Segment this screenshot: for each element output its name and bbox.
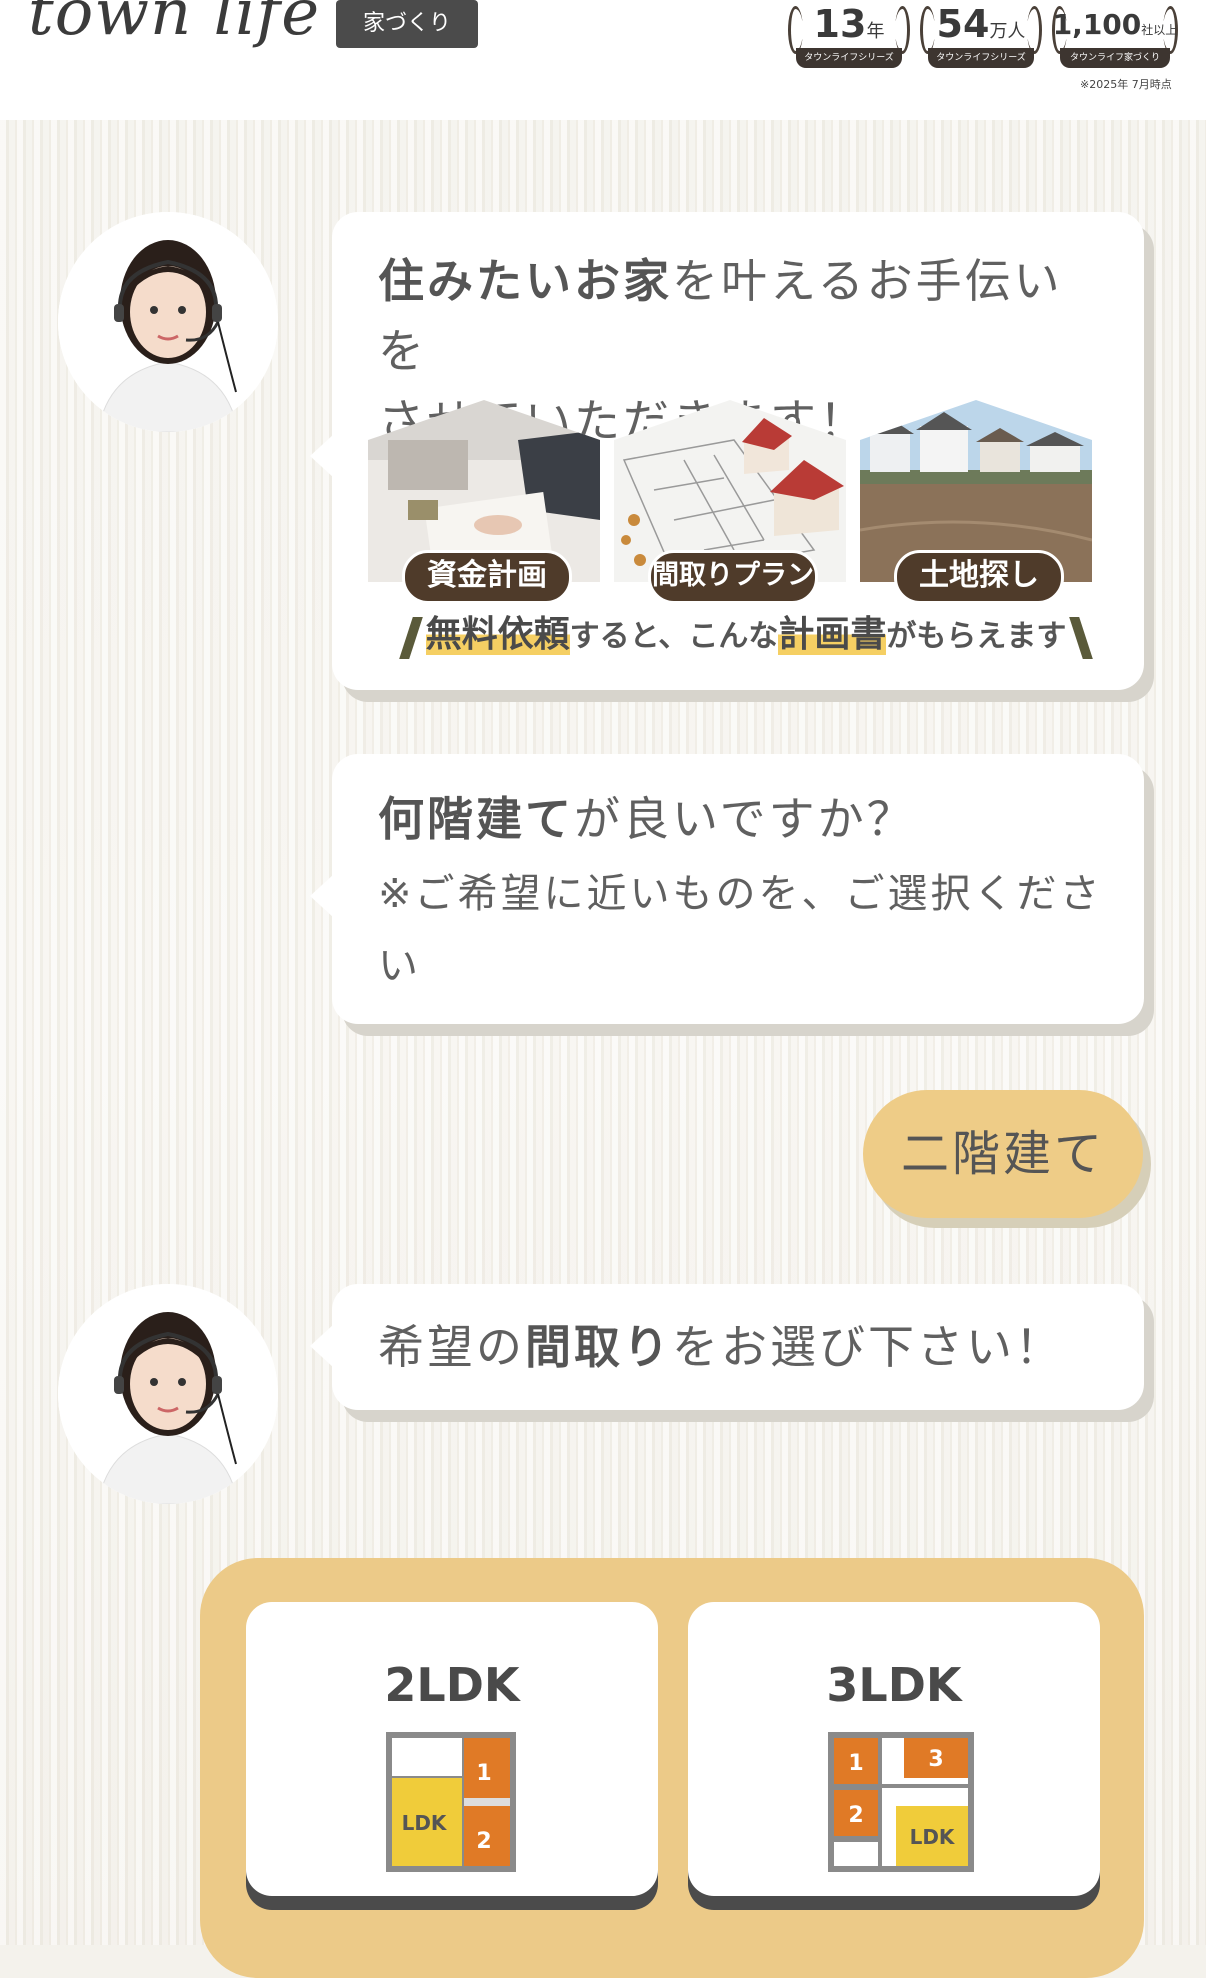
caption-middle: すると、こんな [569,619,779,654]
layout-prompt-text: 希望の間取りをお選び下さい！ [378,1312,1104,1382]
choice-title: 3LDK [826,1658,962,1712]
svg-text:3: 3 [928,1747,943,1772]
award-badge-users: 54万人 タウンライフシリーズ [920,0,1042,72]
operator-avatar-icon [58,1284,278,1504]
choice-title: 2LDK [384,1658,520,1712]
highlight-plan-doc: 計画書 [778,614,887,655]
card-floor-plan: 間取りプラン [614,400,846,604]
intro-message-bubble: 住みたいお家を叶えるお手伝いを させていただきます！ 資金計画 間取りプラン 土… [310,212,1144,690]
question-text: 何階建てが良いですか？ [378,784,1104,854]
prompt-bold: 間取り [525,1320,672,1374]
choice-3ldk-button[interactable]: 3LDK 1 2 3 LDK [688,1602,1100,1896]
badge-caption: タウンライフシリーズ [928,48,1034,68]
operator-avatar [58,1284,278,1504]
floorplan-3ldk-icon: 1 2 3 LDK [828,1732,974,1872]
intro-bold-text: 住みたいお家 [378,254,672,308]
townlife-logo[interactable]: town life [28,0,320,50]
choice-2ldk-button[interactable]: 2LDK 1 2 LDK [246,1602,658,1896]
layout-choice-area: 2LDK 1 2 LDK 3LDK 1 2 3 LDK [200,1558,1144,1978]
svg-text:LDK: LDK [910,1825,956,1849]
slash-decoration-icon [398,616,423,659]
prompt-post: をお選び下さい！ [672,1320,1064,1374]
plan-cards: 資金計画 間取りプラン 土地探し [368,400,1108,604]
floorplan-2ldk-icon: 1 2 LDK [386,1732,516,1872]
question-bubble: 何階建てが良いですか？ ※ご希望に近いものを、ご選択ください [310,754,1144,1024]
badge-unit: 社以上 [1141,23,1178,37]
badge-unit: 万人 [989,21,1026,42]
svg-text:LDK: LDK [402,1811,448,1835]
card-label: 土地探し [894,550,1064,604]
award-badge-companies: 1,100社以上 タウンライフ家づくり [1052,0,1178,72]
question-rest: が良いですか？ [574,792,916,846]
question-bold: 何階建て [378,792,574,846]
prompt-pre: 希望の [378,1320,525,1374]
operator-avatar-icon [58,212,278,432]
card-land-search: 土地探し [860,400,1092,604]
answer-bubble: 二階建て [863,1090,1143,1218]
logo-tag: 家づくり [336,0,478,48]
svg-text:2: 2 [476,1829,491,1854]
question-note: ※ご希望に近いものを、ご選択ください [378,871,1103,989]
award-badge-years: 13年 タウンライフシリーズ [788,0,910,72]
card-label: 資金計画 [402,550,572,604]
operator-avatar [58,212,278,432]
card-money-plan: 資金計画 [368,400,600,604]
badge-number: 54 [936,2,990,46]
caption-end: がもらえます [886,619,1067,654]
badge-caption: タウンライフシリーズ [796,48,902,68]
badge-caption: タウンライフ家づくり [1060,48,1170,68]
badge-unit: 年 [866,21,885,42]
slash-decoration-icon [1069,616,1094,659]
site-header: town life 家づくり 13年 タウンライフシリーズ 54万人 タウンライ… [0,0,1206,120]
badge-number: 13 [813,2,867,46]
svg-text:1: 1 [476,1761,491,1786]
svg-text:1: 1 [848,1751,863,1776]
card-label: 間取りプラン [648,550,818,604]
badge-note: ※2025年 7月時点 [1080,78,1172,91]
highlight-free-request: 無料依頼 [425,614,570,655]
badge-number: 1,100 [1052,8,1142,41]
free-request-caption: 無料依頼すると、こんな計画書がもらえます [388,610,1104,660]
layout-prompt-bubble: 希望の間取りをお選び下さい！ [310,1284,1144,1410]
svg-text:2: 2 [848,1803,863,1828]
